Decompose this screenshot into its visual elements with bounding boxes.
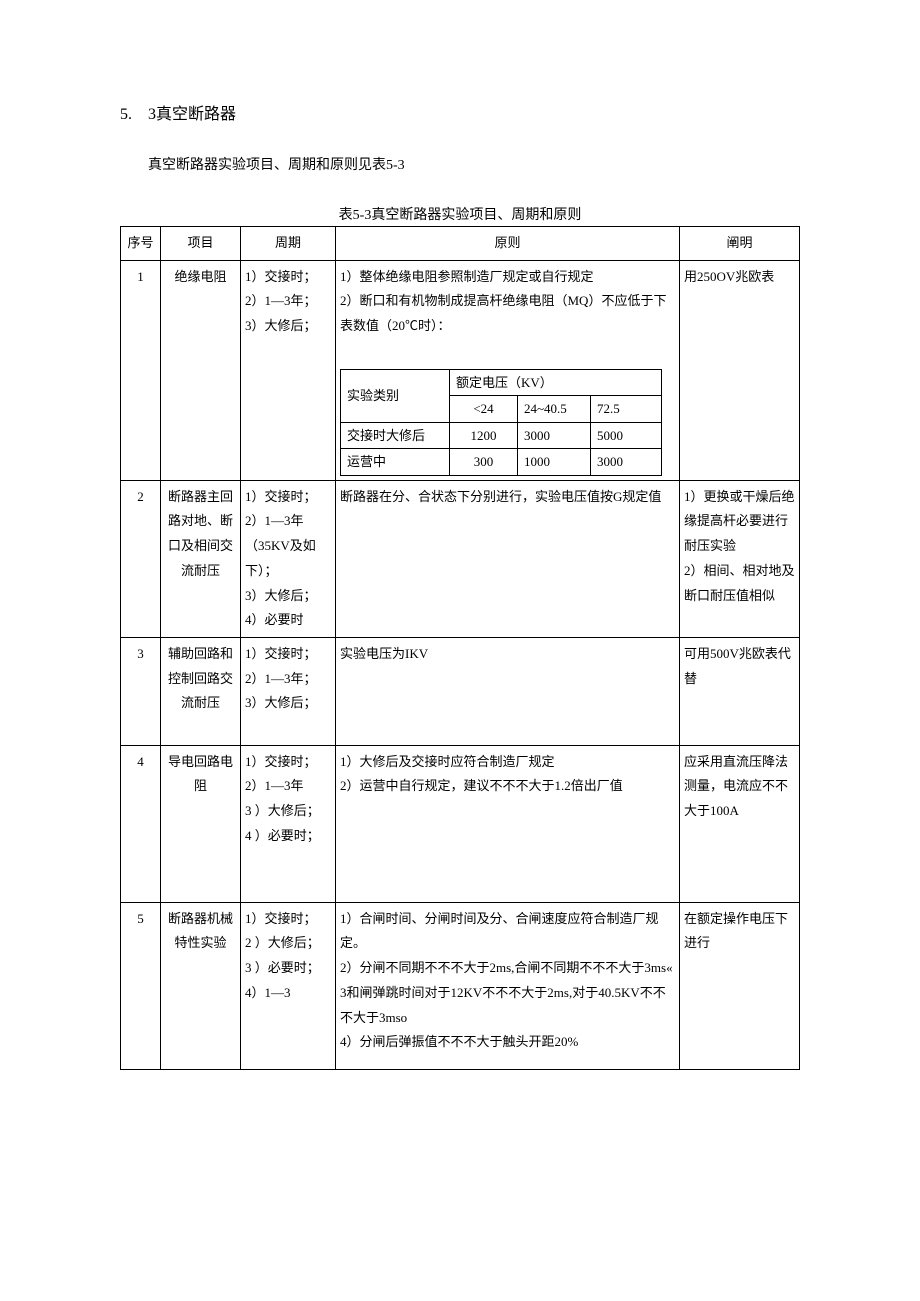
header-principle: 原则	[336, 227, 680, 261]
inner-cell: 1000	[518, 449, 591, 476]
cell-note: 用250OV兆欧表	[680, 260, 800, 480]
cell-note: 在额定操作电压下进行	[680, 902, 800, 1069]
header-period: 周期	[241, 227, 336, 261]
header-row: 序号 项目 周期 原则 阐明	[121, 227, 800, 261]
inner-cell: 3000	[591, 449, 662, 476]
inner-cell: 300	[450, 449, 518, 476]
cell-note: 1）更换或干燥后绝缘提高杆必要进行耐压实验 2）相间、相对地及断口耐压值相似	[680, 480, 800, 637]
table-row: 2 断路器主回路对地、断口及相间交流耐压 1）交接时； 2）1—3年（35KV及…	[121, 480, 800, 637]
table-row: 1 绝缘电阻 1）交接时； 2）1—3年； 3）大修后； 1）整体绝缘电阻参照制…	[121, 260, 800, 480]
main-table: 序号 项目 周期 原则 阐明 1 绝缘电阻 1）交接时； 2）1—3年； 3）大…	[120, 226, 800, 1070]
cell-seq: 2	[121, 480, 161, 637]
inner-cell: 72.5	[591, 396, 662, 423]
inner-cell: 1200	[450, 422, 518, 449]
table-row: 5 断路器机械特性实验 1）交接时； 2 ）大修后； 3 ）必要时； 4）1—3…	[121, 902, 800, 1069]
header-seq: 序号	[121, 227, 161, 261]
inner-header: 额定电压（KV）	[450, 369, 662, 396]
table-row: 4 导电回路电阻 1）交接时； 2）1—3年 3 ）大修后； 4 ）必要时； 1…	[121, 745, 800, 902]
cell-period: 1）交接时； 2）1—3年； 3）大修后；	[241, 260, 336, 480]
cell-principle: 1）整体绝缘电阻参照制造厂规定或自行规定 2）断口和有机物制成提高杆绝缘电阻（M…	[336, 260, 680, 480]
inner-cell: 3000	[518, 422, 591, 449]
inner-cell: <24	[450, 396, 518, 423]
cell-item: 断路器主回路对地、断口及相间交流耐压	[161, 480, 241, 637]
cell-seq: 4	[121, 745, 161, 902]
cell-seq: 5	[121, 902, 161, 1069]
cell-period: 1）交接时； 2）1—3年 3 ）大修后； 4 ）必要时；	[241, 745, 336, 902]
cell-seq: 1	[121, 260, 161, 480]
cell-principle: 1）合闸时间、分闸时间及分、合闸速度应符合制造厂规定。 2）分闸不同期不不不大于…	[336, 902, 680, 1069]
inner-header: 实验类别	[341, 369, 450, 422]
inner-cell: 运营中	[341, 449, 450, 476]
cell-principle: 实验电压为IKV	[336, 637, 680, 745]
cell-period: 1）交接时； 2）1—3年（35KV及如下）； 3）大修后； 4）必要时	[241, 480, 336, 637]
cell-principle: 1）大修后及交接时应符合制造厂规定 2）运营中自行规定，建议不不不大于1.2倍出…	[336, 745, 680, 902]
cell-period: 1）交接时； 2）1—3年； 3）大修后；	[241, 637, 336, 745]
inner-cell: 交接时大修后	[341, 422, 450, 449]
section-title: 5. 3真空断路器	[120, 100, 800, 124]
inner-cell: 24~40.5	[518, 396, 591, 423]
cell-item: 断路器机械特性实验	[161, 902, 241, 1069]
cell-item: 导电回路电阻	[161, 745, 241, 902]
principle-text: 1）整体绝缘电阻参照制造厂规定或自行规定 2）断口和有机物制成提高杆绝缘电阻（M…	[340, 265, 675, 339]
header-item: 项目	[161, 227, 241, 261]
cell-item: 绝缘电阻	[161, 260, 241, 480]
table-caption: 表5-3真空断路器实验项目、周期和原则	[120, 204, 800, 224]
cell-seq: 3	[121, 637, 161, 745]
inner-table: 实验类别 额定电压（KV） <24 24~40.5 72.5 交接时大修后 12…	[340, 369, 662, 476]
cell-principle: 断路器在分、合状态下分别进行，实验电压值按G规定值	[336, 480, 680, 637]
cell-note: 可用500V兆欧表代替	[680, 637, 800, 745]
intro-text: 真空断路器实验项目、周期和原则见表5-3	[120, 154, 800, 174]
header-note: 阐明	[680, 227, 800, 261]
cell-item: 辅助回路和控制回路交流耐压	[161, 637, 241, 745]
inner-cell: 5000	[591, 422, 662, 449]
table-row: 3 辅助回路和控制回路交流耐压 1）交接时； 2）1—3年； 3）大修后； 实验…	[121, 637, 800, 745]
cell-note: 应采用直流压降法测量，电流应不不大于100A	[680, 745, 800, 902]
cell-period: 1）交接时； 2 ）大修后； 3 ）必要时； 4）1—3	[241, 902, 336, 1069]
